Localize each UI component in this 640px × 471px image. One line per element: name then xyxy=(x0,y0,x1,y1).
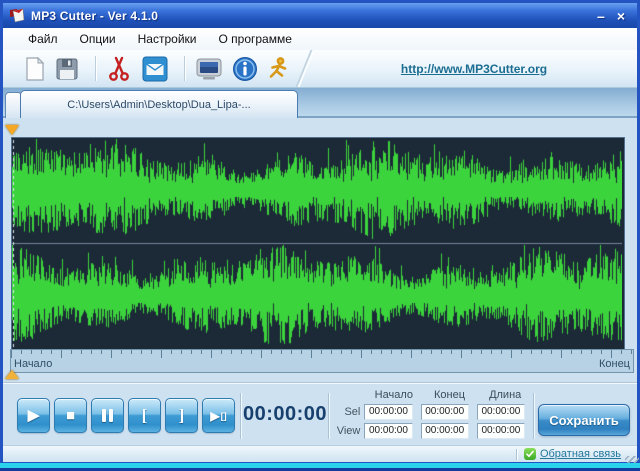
selection-end-icon: ] xyxy=(179,406,185,426)
divider xyxy=(328,393,329,439)
tab-open-file[interactable]: C:\Users\Admin\Desktop\Dua_Lipa-... xyxy=(20,90,298,119)
tab-label: C:\Users\Admin\Desktop\Dua_Lipa-... xyxy=(67,99,250,111)
selection-start-icon: [ xyxy=(142,406,148,426)
toolbar: http://www.MP3Cutter.org xyxy=(3,50,637,88)
window-title: MP3 Cutter - Ver 4.1.0 xyxy=(31,9,158,23)
status-separator xyxy=(516,449,517,460)
app-icon xyxy=(9,8,26,24)
selection-table-header: Начало Конец Длина xyxy=(366,389,533,401)
sel-start-field[interactable]: 00:00:00 xyxy=(364,404,412,420)
position-marker[interactable] xyxy=(5,370,19,379)
go-website-button[interactable] xyxy=(264,55,292,83)
play-selection-button[interactable]: ▶ [] xyxy=(202,398,235,433)
new-document-icon xyxy=(24,57,46,81)
toolbar-diagonal-divider xyxy=(296,50,313,87)
pause-button[interactable] xyxy=(91,398,124,433)
selection-end-button[interactable]: ] xyxy=(165,398,198,433)
timeline-ruler[interactable]: Начало Конец xyxy=(10,349,634,373)
email-button[interactable] xyxy=(141,55,169,83)
menu-bar: Файл Опции Настройки О программе xyxy=(3,28,637,50)
app-window: MP3 Cutter - Ver 4.1.0 – × Файл Опции На… xyxy=(0,0,640,471)
screen-button[interactable] xyxy=(195,55,223,83)
tab-strip: C:\Users\Admin\Desktop\Dua_Lipa-... xyxy=(3,88,637,118)
divider xyxy=(533,393,534,439)
toolbar-separator xyxy=(95,56,96,81)
menu-settings[interactable]: Настройки xyxy=(127,29,208,49)
column-start: Начало xyxy=(366,389,422,401)
ruler-start-label: Начало xyxy=(14,358,52,370)
row-label-sel: Sel xyxy=(333,406,364,418)
close-button[interactable]: × xyxy=(617,9,625,23)
website-link[interactable]: http://www.MP3Cutter.org xyxy=(401,62,547,76)
play-button[interactable]: ▶ xyxy=(17,398,50,433)
status-bar: Обратная связь xyxy=(3,445,637,462)
play-icon: ▶ xyxy=(28,408,40,423)
sel-end-field[interactable]: 00:00:00 xyxy=(421,404,469,420)
save-icon xyxy=(55,57,79,81)
minimize-button[interactable]: – xyxy=(597,9,605,23)
info-icon xyxy=(232,56,258,82)
info-button[interactable] xyxy=(231,55,259,83)
table-row-sel: Sel 00:00:00 00:00:00 00:00:00 xyxy=(333,404,533,420)
toolbar-separator xyxy=(184,56,185,81)
play-selection-brackets: [] xyxy=(221,411,227,421)
new-document-button[interactable] xyxy=(21,55,49,83)
divider xyxy=(240,393,241,439)
menu-options[interactable]: Опции xyxy=(69,29,127,49)
feedback-link[interactable]: Обратная связь xyxy=(540,448,621,460)
cut-button[interactable] xyxy=(105,55,133,83)
waveform-canvas[interactable] xyxy=(12,138,622,348)
save-file-button[interactable]: Сохранить xyxy=(538,404,630,436)
controls-panel: ▶ ■ [ ] ▶ [] 00:00:00 Начало Конец Длина xyxy=(3,385,637,445)
row-label-view: View xyxy=(333,425,364,437)
time-display: 00:00:00 xyxy=(245,398,325,431)
screen-icon xyxy=(195,57,223,81)
selection-start-button[interactable]: [ xyxy=(128,398,161,433)
waveform-panel[interactable] xyxy=(11,137,625,351)
save-button[interactable] xyxy=(53,55,81,83)
view-length-field[interactable]: 00:00:00 xyxy=(477,423,525,439)
column-length: Длина xyxy=(477,389,533,401)
title-bar[interactable]: MP3 Cutter - Ver 4.1.0 – × xyxy=(3,3,637,28)
sel-length-field[interactable]: 00:00:00 xyxy=(477,404,525,420)
scissors-icon xyxy=(106,56,132,82)
menu-about[interactable]: О программе xyxy=(207,29,302,49)
menu-file[interactable]: Файл xyxy=(17,29,69,49)
start-marker-flag[interactable] xyxy=(5,125,19,135)
stop-icon: ■ xyxy=(66,408,75,423)
play-selection-icon: ▶ xyxy=(210,410,219,422)
selection-table: Начало Конец Длина Sel 00:00:00 00:00:00… xyxy=(333,389,533,439)
table-row-view: View 00:00:00 00:00:00 00:00:00 xyxy=(333,423,533,439)
feedback-icon xyxy=(524,448,536,460)
pause-icon xyxy=(102,409,113,422)
ruler-end-label: Конец xyxy=(599,358,630,370)
stop-button[interactable]: ■ xyxy=(54,398,87,433)
column-end: Конец xyxy=(422,389,478,401)
view-end-field[interactable]: 00:00:00 xyxy=(421,423,469,439)
view-start-field[interactable]: 00:00:00 xyxy=(364,423,412,439)
email-icon xyxy=(142,56,168,82)
running-man-icon xyxy=(265,56,291,82)
divider xyxy=(3,382,637,383)
